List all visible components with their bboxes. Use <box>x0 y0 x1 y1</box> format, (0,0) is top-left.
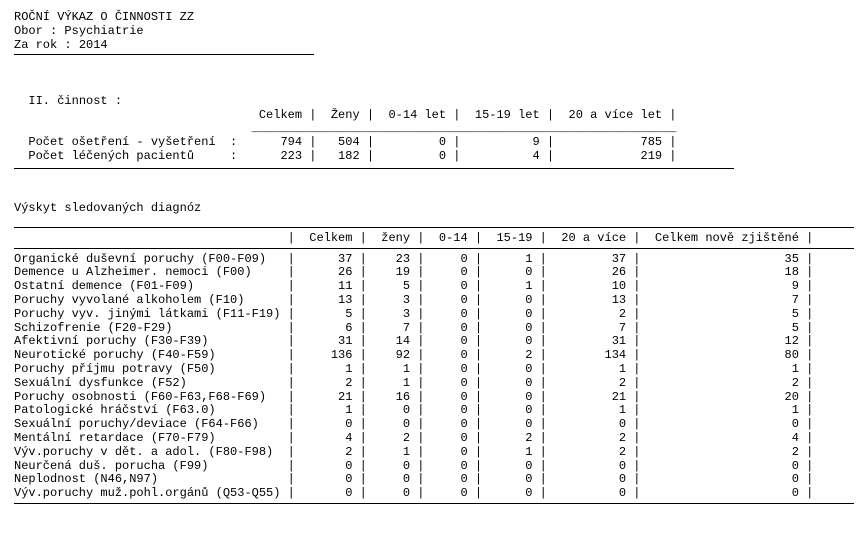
diag-row: Schizofrenie (F20-F29) | 6 | 7 | 0 | 0 |… <box>14 322 848 336</box>
diag-row: Neurotické poruchy (F40-F59) | 136 | 92 … <box>14 349 848 363</box>
diag-cols: | Celkem | ženy | 0-14 | 15-19 | 20 a ví… <box>14 232 848 246</box>
report-title: ROČNÍ VÝKAZ O ČINNOSTI ZZ <box>14 10 848 24</box>
diag-row: Výv.poruchy v dět. a adol. (F80-F98) | 2… <box>14 446 848 460</box>
diag-row: Poruchy příjmu potravy (F50) | 1 | 1 | 0… <box>14 363 848 377</box>
section2-cols: Celkem | Ženy | 0-14 let | 15-19 let | 2… <box>14 109 848 123</box>
obor-line: Obor : Psychiatrie <box>14 24 848 38</box>
rok-value: 2014 <box>79 38 108 52</box>
diag-row: Sexuální poruchy/deviace (F64-F66) | 0 |… <box>14 418 848 432</box>
diag-row: Afektivní poruchy (F30-F39) | 31 | 14 | … <box>14 335 848 349</box>
diag-row: Neplodnost (N46,N97) | 0 | 0 | 0 | 0 | 0… <box>14 473 848 487</box>
report-header: ROČNÍ VÝKAZ O ČINNOSTI ZZ Obor : Psychia… <box>14 10 848 52</box>
diag-row: Poruchy vyv. jinými látkami (F11-F19) | … <box>14 308 848 322</box>
section2-row-0: Počet ošetření - vyšetření : 794 | 504 |… <box>14 136 848 150</box>
divider <box>14 227 854 228</box>
divider <box>14 248 854 249</box>
diag-row: Mentální retardace (F70-F79) | 4 | 2 | 0… <box>14 432 848 446</box>
section2-underline: ________________________________________… <box>14 122 848 136</box>
diag-title: Výskyt sledovaných diagnóz <box>14 201 848 215</box>
divider <box>14 503 854 504</box>
divider <box>14 54 314 55</box>
obor-label: Obor : <box>14 24 57 38</box>
diag-row: Organické duševní poruchy (F00-F09) | 37… <box>14 253 848 267</box>
diag-row: Demence u Alzheimer. nemoci (F00) | 26 |… <box>14 266 848 280</box>
divider <box>14 168 734 169</box>
diag-row: Poruchy osobnosti (F60-F63,F68-F69) | 21… <box>14 391 848 405</box>
diag-row: Poruchy vyvolané alkoholem (F10) | 13 | … <box>14 294 848 308</box>
rok-line: Za rok : 2014 <box>14 38 848 52</box>
section2-header-row: II. činnost : <box>14 81 848 109</box>
section2-title: II. činnost : <box>28 95 148 109</box>
diag-row: Výv.poruchy muž.pohl.orgánů (Q53-Q55) | … <box>14 487 848 501</box>
diag-row: Ostatní demence (F01-F09) | 11 | 5 | 0 |… <box>14 280 848 294</box>
rok-label: Za rok : <box>14 38 72 52</box>
obor-value: Psychiatrie <box>64 24 143 38</box>
diag-row: Patologické hráčství (F63.0) | 1 | 0 | 0… <box>14 404 848 418</box>
section2-row-1: Počet léčených pacientů : 223 | 182 | 0 … <box>14 150 848 164</box>
diag-row: Neurčená duš. porucha (F99) | 0 | 0 | 0 … <box>14 460 848 474</box>
diag-row: Sexuální dysfunkce (F52) | 2 | 1 | 0 | 0… <box>14 377 848 391</box>
